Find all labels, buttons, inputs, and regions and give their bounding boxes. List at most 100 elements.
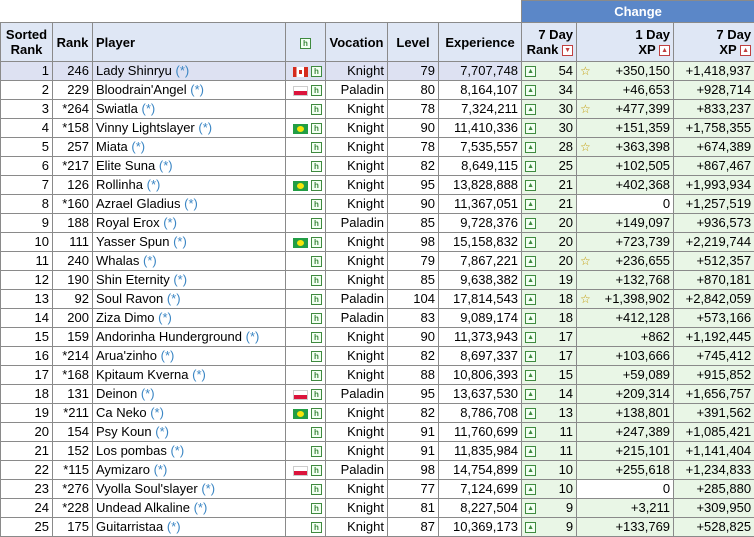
- h-icon[interactable]: h: [311, 522, 322, 533]
- player-details-link[interactable]: (*): [159, 158, 173, 173]
- h-icon[interactable]: h: [311, 427, 322, 438]
- table-row[interactable]: 7126Rollinha (*)hKnight9513,828,888▲21+4…: [1, 176, 754, 195]
- h-icon[interactable]: h: [311, 104, 322, 115]
- table-row[interactable]: 24*228Undead Alkaline (*)hKnight818,227,…: [1, 499, 754, 518]
- player-details-link[interactable]: (*): [167, 519, 181, 534]
- player-details-link[interactable]: (*): [173, 234, 187, 249]
- h-icon[interactable]: h: [311, 446, 322, 457]
- h-icon[interactable]: h: [311, 370, 322, 381]
- h-icon[interactable]: h: [311, 465, 322, 476]
- player-name[interactable]: Shin Eternity: [96, 272, 170, 287]
- col-7day-xp[interactable]: 7 DayXP ▲: [674, 23, 754, 62]
- player-details-link[interactable]: (*): [158, 310, 172, 325]
- player-details-link[interactable]: (*): [194, 500, 208, 515]
- h-icon[interactable]: h: [311, 142, 322, 153]
- player-name[interactable]: Guitarristaa: [96, 519, 163, 534]
- player-details-link[interactable]: (*): [201, 481, 215, 496]
- player-details-link[interactable]: (*): [143, 253, 157, 268]
- player-details-link[interactable]: (*): [150, 405, 164, 420]
- table-row[interactable]: 1392Soul Ravon (*)hPaladin10417,814,543▲…: [1, 290, 754, 309]
- player-details-link[interactable]: (*): [170, 443, 184, 458]
- table-row[interactable]: 20154Psy Koun (*)hKnight9111,760,699▲11+…: [1, 423, 754, 442]
- player-details-link[interactable]: (*): [154, 462, 168, 477]
- h-icon[interactable]: h: [311, 294, 322, 305]
- col-1day-xp[interactable]: 1 DayXP ▲: [577, 23, 674, 62]
- col-vocation[interactable]: Vocation: [326, 23, 388, 62]
- table-row[interactable]: 16*214Arua'zinho (*)hKnight828,697,337▲1…: [1, 347, 754, 366]
- player-name[interactable]: Andorinha Hunderground: [96, 329, 242, 344]
- player-name[interactable]: Elite Suna: [96, 158, 155, 173]
- h-icon[interactable]: h: [311, 180, 322, 191]
- player-details-link[interactable]: (*): [163, 215, 177, 230]
- h-icon[interactable]: h: [311, 256, 322, 267]
- table-row[interactable]: 8*160Azrael Gladius (*)hKnight9011,367,0…: [1, 195, 754, 214]
- player-name[interactable]: Lady Shinryu: [96, 63, 172, 78]
- h-icon[interactable]: h: [311, 199, 322, 210]
- h-icon[interactable]: h: [311, 313, 322, 324]
- table-row[interactable]: 14200Ziza Dimo (*)hPaladin839,089,174▲18…: [1, 309, 754, 328]
- player-name[interactable]: Ziza Dimo: [96, 310, 155, 325]
- player-name[interactable]: Swiatla: [96, 101, 138, 116]
- col-highscore-link[interactable]: h: [286, 23, 326, 62]
- player-details-link[interactable]: (*): [161, 348, 175, 363]
- h-icon[interactable]: h: [311, 161, 322, 172]
- player-details-link[interactable]: (*): [184, 196, 198, 211]
- col-sorted-rank[interactable]: SortedRank: [1, 23, 53, 62]
- player-name[interactable]: Ca Neko: [96, 405, 147, 420]
- table-row[interactable]: 17*168Kpitaum Kverna (*)hKnight8810,806,…: [1, 366, 754, 385]
- h-icon[interactable]: h: [311, 275, 322, 286]
- h-icon[interactable]: h: [311, 218, 322, 229]
- player-details-link[interactable]: (*): [141, 386, 155, 401]
- h-icon[interactable]: h: [311, 484, 322, 495]
- player-details-link[interactable]: (*): [167, 291, 181, 306]
- table-row[interactable]: 9188Royal Erox (*)hPaladin859,728,376▲20…: [1, 214, 754, 233]
- player-details-link[interactable]: (*): [131, 139, 145, 154]
- h-icon[interactable]: h: [311, 332, 322, 343]
- table-row[interactable]: 6*217Elite Suna (*)hKnight828,649,115▲25…: [1, 157, 754, 176]
- table-row[interactable]: 18131Deinon (*)hPaladin9513,637,530▲14+2…: [1, 385, 754, 404]
- table-row[interactable]: 5257Miata (*)hKnight787,535,557▲28☆+363,…: [1, 138, 754, 157]
- player-name[interactable]: Los pombas: [96, 443, 167, 458]
- player-name[interactable]: Undead Alkaline: [96, 500, 190, 515]
- h-icon[interactable]: h: [311, 123, 322, 134]
- player-name[interactable]: Miata: [96, 139, 128, 154]
- player-name[interactable]: Psy Koun: [96, 424, 152, 439]
- player-name[interactable]: Rollinha: [96, 177, 143, 192]
- col-experience[interactable]: Experience: [439, 23, 522, 62]
- table-row[interactable]: 21152Los pombas (*)hKnight9111,835,984▲1…: [1, 442, 754, 461]
- table-row[interactable]: 22*115Aymizaro (*)hPaladin9814,754,899▲1…: [1, 461, 754, 480]
- h-icon[interactable]: h: [311, 237, 322, 248]
- player-name[interactable]: Royal Erox: [96, 215, 160, 230]
- player-details-link[interactable]: (*): [190, 82, 204, 97]
- h-icon[interactable]: h: [311, 66, 322, 77]
- player-details-link[interactable]: (*): [147, 177, 161, 192]
- table-row[interactable]: 11240Whalas (*)hKnight797,867,221▲20☆+23…: [1, 252, 754, 271]
- table-row[interactable]: 12190Shin Eternity (*)hKnight859,638,382…: [1, 271, 754, 290]
- col-7day-rank[interactable]: 7 DayRank ▼: [522, 23, 577, 62]
- player-name[interactable]: Yasser Spun: [96, 234, 169, 249]
- table-row[interactable]: 25175Guitarristaa (*)hKnight8710,369,173…: [1, 518, 754, 537]
- table-row[interactable]: 19*211Ca Neko (*)hKnight828,786,708▲13+1…: [1, 404, 754, 423]
- col-level[interactable]: Level: [388, 23, 439, 62]
- player-details-link[interactable]: (*): [198, 120, 212, 135]
- table-row[interactable]: 23*276Vyolla Soul'slayer (*)hKnight777,1…: [1, 480, 754, 499]
- player-details-link[interactable]: (*): [142, 101, 156, 116]
- sort-desc-icon[interactable]: ▼: [562, 45, 573, 56]
- player-name[interactable]: Whalas: [96, 253, 139, 268]
- table-row[interactable]: 2229Bloodrain'Angel (*)hPaladin808,164,1…: [1, 81, 754, 100]
- h-icon[interactable]: h: [311, 389, 322, 400]
- player-name[interactable]: Arua'zinho: [96, 348, 157, 363]
- player-name[interactable]: Deinon: [96, 386, 137, 401]
- sort-asc-icon[interactable]: ▲: [740, 45, 751, 56]
- player-details-link[interactable]: (*): [192, 367, 206, 382]
- player-name[interactable]: Soul Ravon: [96, 291, 163, 306]
- player-name[interactable]: Bloodrain'Angel: [96, 82, 187, 97]
- h-icon[interactable]: h: [311, 503, 322, 514]
- table-row[interactable]: 1246Lady Shinryu (*)hKnight797,707,748▲5…: [1, 62, 754, 81]
- player-details-link[interactable]: (*): [173, 272, 187, 287]
- col-player[interactable]: Player: [93, 23, 286, 62]
- table-row[interactable]: 3*264Swiatla (*)hKnight787,324,211▲30☆+4…: [1, 100, 754, 119]
- h-icon[interactable]: h: [311, 85, 322, 96]
- player-name[interactable]: Azrael Gladius: [96, 196, 181, 211]
- player-details-link[interactable]: (*): [246, 329, 260, 344]
